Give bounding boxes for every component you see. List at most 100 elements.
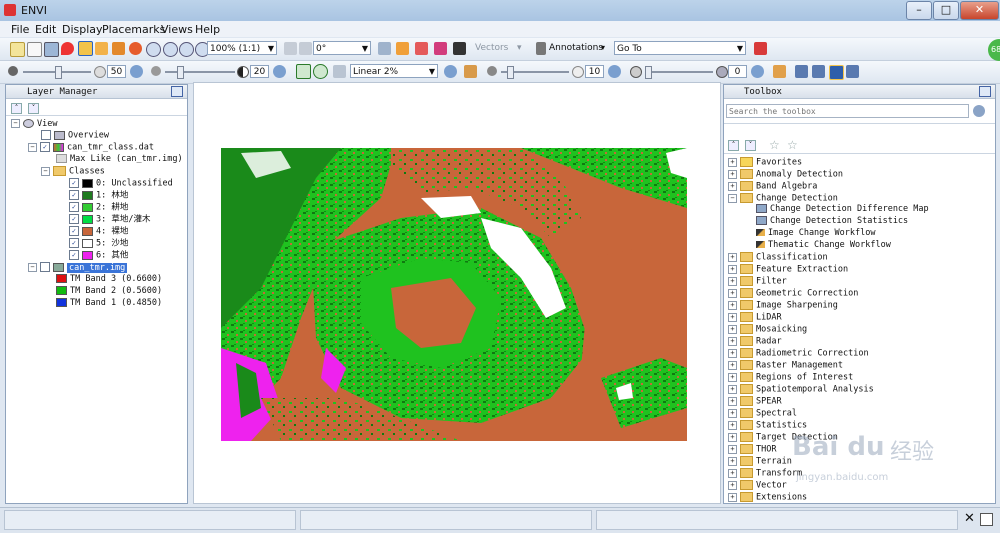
collapse-icon[interactable]: − (728, 193, 737, 203)
toolbox-feature-extraction[interactable]: + Feature Extraction (728, 264, 848, 276)
toolbox-anomaly-detection[interactable]: + Anomaly Detection (728, 169, 843, 181)
toolbox-raster-management[interactable]: + Raster Management (728, 360, 843, 372)
tree-class-layer[interactable]: − ✓ can_tmr_class.dat (28, 142, 154, 154)
tree-class-2[interactable]: ✓ 2: 耕地 (69, 202, 128, 214)
transparency-slider[interactable] (645, 71, 713, 73)
expand-icon[interactable]: + (728, 360, 737, 370)
tree-overview[interactable]: Overview (41, 130, 109, 142)
link-views-icon[interactable] (846, 65, 859, 78)
process-manager-icon[interactable] (980, 513, 993, 526)
expand-icon[interactable]: + (728, 169, 737, 179)
toolbox-thor[interactable]: + THOR (728, 444, 776, 456)
close-button[interactable]: ✕ (960, 1, 999, 20)
expand-icon[interactable]: + (728, 288, 737, 298)
collapse-icon[interactable]: − (28, 142, 37, 152)
expand-icon[interactable]: + (728, 264, 737, 274)
remove-favorite-star-icon[interactable]: ☆ (787, 138, 798, 152)
classification-image[interactable] (221, 148, 687, 441)
class-checkbox[interactable]: ✓ (69, 202, 79, 212)
expand-icon[interactable]: + (728, 456, 737, 466)
data-manager-icon[interactable] (27, 42, 42, 57)
expand-all-icon[interactable]: ˅ (745, 140, 756, 151)
annotations-button[interactable]: Annotations (549, 43, 603, 53)
sharpen-slider-thumb[interactable] (507, 66, 514, 79)
stretch-settings-icon[interactable] (464, 65, 477, 78)
rotate-left-icon[interactable] (284, 42, 297, 55)
expand-icon[interactable]: + (728, 312, 737, 322)
stretch-icon[interactable] (296, 64, 311, 79)
toolbox-band-algebra[interactable]: + Band Algebra (728, 181, 817, 193)
tree-class-0[interactable]: ✓ 0: Unclassified (69, 178, 173, 190)
contrast-slider[interactable] (165, 71, 235, 73)
stretch-full-icon[interactable] (313, 64, 328, 79)
collapse-icon[interactable]: − (11, 119, 20, 128)
expand-icon[interactable]: + (728, 420, 737, 430)
zoom-in-icon[interactable] (163, 42, 178, 57)
histogram-icon[interactable] (333, 65, 346, 78)
tree-class-3[interactable]: ✓ 3: 草地/灌木 (69, 214, 150, 226)
transparency-reset-icon[interactable] (751, 65, 764, 78)
collapse-icon[interactable]: − (41, 166, 50, 176)
class-checkbox[interactable]: ✓ (69, 250, 79, 260)
layer-icon[interactable] (795, 65, 808, 78)
toolbox-lidar[interactable]: + LiDAR (728, 312, 782, 324)
toolbox-mosaicking[interactable]: + Mosaicking (728, 324, 807, 336)
vectors-button[interactable]: Vectors (475, 43, 508, 53)
open-file-icon[interactable] (10, 42, 25, 57)
toolbox-transform[interactable]: + Transform (728, 468, 802, 480)
chip-icon[interactable] (44, 42, 59, 57)
goto-clear-icon[interactable] (754, 42, 767, 55)
toolbox-spear[interactable]: + SPEAR (728, 396, 782, 408)
toolbox-radiometric-correction[interactable]: + Radiometric Correction (728, 348, 869, 360)
expand-icon[interactable]: + (728, 444, 737, 454)
portal-icon[interactable] (829, 65, 844, 80)
class-checkbox[interactable]: ✓ (69, 190, 79, 200)
toolbox-target-detection[interactable]: + Target Detection (728, 432, 838, 444)
class-checkbox[interactable]: ✓ (69, 178, 79, 188)
toolbox-terrain[interactable]: + Terrain (728, 456, 792, 468)
rotate-right-icon[interactable] (299, 42, 312, 55)
class-checkbox[interactable]: ✓ (69, 238, 79, 248)
rotate-icon[interactable] (129, 42, 142, 55)
overview-checkbox[interactable] (41, 130, 51, 140)
contrast-slider-thumb[interactable] (177, 66, 184, 79)
class-checkbox[interactable]: ✓ (69, 226, 79, 236)
fly-icon[interactable] (112, 42, 125, 55)
expand-icon[interactable]: + (728, 492, 737, 502)
tree-view[interactable]: − View (11, 119, 57, 130)
toolbox-filter[interactable]: + Filter (728, 276, 787, 288)
dock-icon[interactable] (171, 86, 183, 97)
measure-icon[interactable] (773, 65, 786, 78)
expand-icon[interactable]: + (728, 396, 737, 406)
menu-edit[interactable]: Edit (35, 23, 56, 36)
tree-class-1[interactable]: ✓ 1: 林地 (69, 190, 128, 202)
expand-icon[interactable]: + (728, 468, 737, 478)
image-layer-checkbox[interactable] (40, 262, 50, 272)
menu-display[interactable]: Display (62, 23, 103, 36)
rotation-combo[interactable]: 0° ▼ (313, 41, 371, 55)
expand-icon[interactable]: + (728, 384, 737, 394)
toolbox-change-detection[interactable]: − Change Detection (728, 193, 838, 205)
crosshair-icon[interactable] (378, 42, 391, 55)
maximize-button[interactable]: □ (933, 1, 959, 20)
brightness-slider-thumb[interactable] (55, 66, 62, 79)
toolbox-spatiotemporal-analysis[interactable]: + Spatiotemporal Analysis (728, 384, 874, 396)
transparency-slider-thumb[interactable] (645, 66, 652, 79)
collapse-all-icon[interactable]: ˄ (728, 140, 739, 151)
toolbox-change-detection-difference-map[interactable]: Change Detection Difference Map (756, 204, 929, 215)
expand-icon[interactable]: + (728, 372, 737, 382)
cancel-process-icon[interactable]: ✕ (964, 511, 975, 526)
expand-icon[interactable]: + (728, 336, 737, 346)
cursor-value-icon[interactable] (453, 42, 466, 55)
stretch-reset-icon[interactable] (444, 65, 457, 78)
pan-icon[interactable] (95, 42, 108, 55)
menu-views[interactable]: Views (161, 23, 193, 36)
toolbox-image-change-workflow[interactable]: Image Change Workflow (756, 228, 875, 239)
toolbox-spectral[interactable]: + Spectral (728, 408, 797, 420)
tree-class-6[interactable]: ✓ 6: 其他 (69, 250, 128, 262)
expand-icon[interactable]: + (728, 432, 737, 442)
zoom-icon[interactable] (146, 42, 161, 57)
class-checkbox[interactable]: ✓ (69, 214, 79, 224)
expand-icon[interactable]: + (728, 181, 737, 191)
tree-class-4[interactable]: ✓ 4: 裸地 (69, 226, 128, 238)
